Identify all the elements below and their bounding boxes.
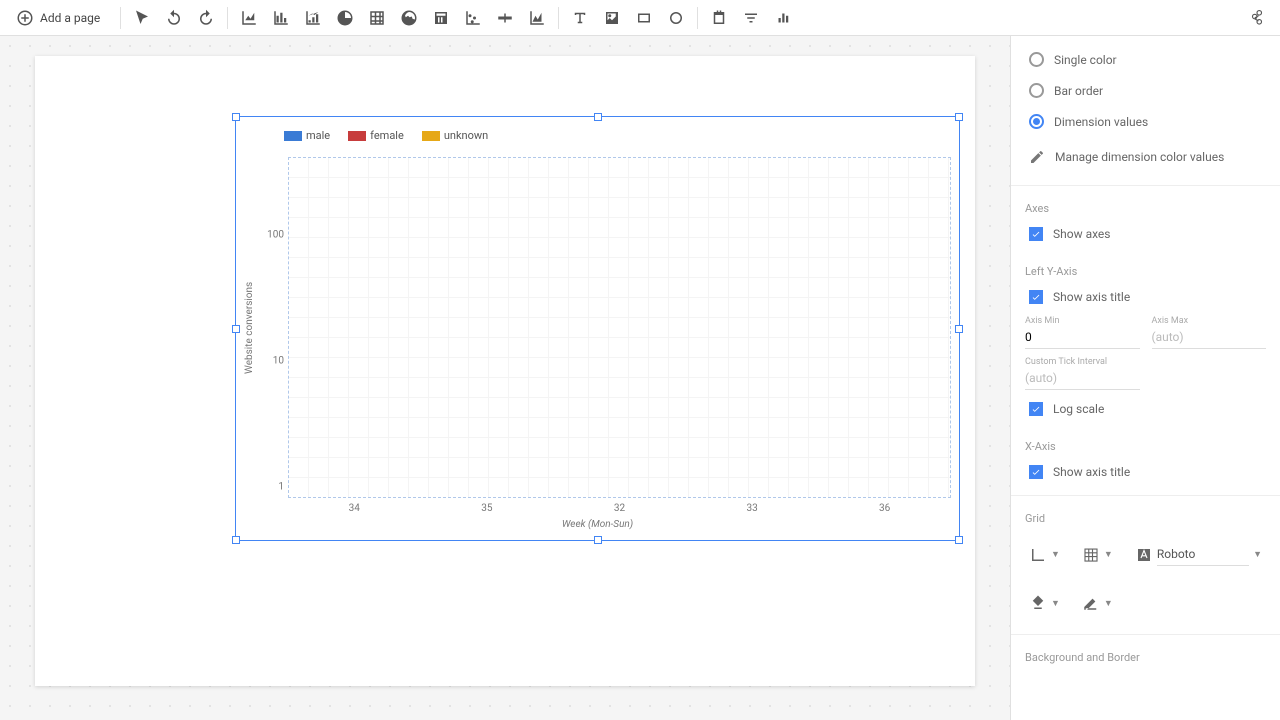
legend-item: male [284,129,330,142]
resize-handle[interactable] [232,536,240,544]
checkbox-show-x-title[interactable]: Show axis title [1025,457,1266,487]
area-chart-icon[interactable] [522,3,552,33]
redo-button[interactable] [191,3,221,33]
add-page-label: Add a page [40,11,100,25]
radio-single-color[interactable]: Single color [1025,44,1266,75]
filter-icon[interactable] [736,3,766,33]
line-chart-icon[interactable] [234,3,264,33]
text-tool-icon[interactable] [565,3,595,33]
selected-chart[interactable]: male female unknown Website conversions … [235,116,960,541]
image-tool-icon[interactable] [597,3,627,33]
resize-handle[interactable] [232,113,240,121]
legend-item: unknown [422,129,488,142]
add-page-button[interactable]: Add a page [8,5,108,31]
cursor-tool[interactable] [127,3,157,33]
section-grid: Grid [1025,512,1266,525]
plot-area [288,157,951,498]
bar-chart-icon[interactable] [266,3,296,33]
axis-max-field[interactable]: Axis Max [1152,316,1267,349]
section-left-y: Left Y-Axis [1025,265,1266,278]
date-range-icon[interactable] [704,3,734,33]
scorecard-icon[interactable] [426,3,456,33]
resize-handle[interactable] [955,325,963,333]
pencil-icon [1029,149,1045,165]
undo-button[interactable] [159,3,189,33]
axis-style-dropdown[interactable]: ▼ [1025,542,1064,568]
checkbox-log-scale[interactable]: Log scale [1025,394,1266,424]
y-axis-ticks: 1 10 100 [260,157,288,498]
scatter-chart-icon[interactable] [458,3,488,33]
geo-chart-icon[interactable] [394,3,424,33]
resize-handle[interactable] [594,536,602,544]
checkbox-show-axes[interactable]: Show axes [1025,219,1266,249]
checkbox-show-y-title[interactable]: Show axis title [1025,282,1266,312]
x-axis-title: Week (Mon-Sun) [244,519,951,530]
combo-chart-icon[interactable] [298,3,328,33]
bullet-chart-icon[interactable] [490,3,520,33]
x-axis-ticks: 3435323336 [288,503,951,514]
section-axes: Axes [1025,202,1266,215]
resize-handle[interactable] [594,113,602,121]
plus-circle-icon [16,9,34,27]
chart-legend: male female unknown [244,125,951,150]
legend-item: female [348,129,404,142]
report-page: male female unknown Website conversions … [35,56,975,686]
y-axis-title: Website conversions [244,157,260,498]
resize-handle[interactable] [955,536,963,544]
section-background: Background and Border [1025,651,1266,664]
grid-style-dropdown[interactable]: ▼ [1078,542,1117,568]
axis-min-field[interactable]: Axis Min [1025,316,1140,349]
style-panel: Single color Bar order Dimension values … [1010,36,1280,720]
resize-handle[interactable] [955,113,963,121]
radio-bar-order[interactable]: Bar order [1025,75,1266,106]
tick-interval-field[interactable]: Custom Tick Interval [1025,357,1140,390]
top-toolbar: Add a page [0,0,1280,36]
report-canvas[interactable]: male female unknown Website conversions … [0,36,1010,720]
chart-body: male female unknown Website conversions … [244,125,951,532]
border-color-dropdown[interactable]: ▼ [1078,590,1117,616]
manage-colors-button[interactable]: Manage dimension color values [1025,137,1266,177]
font-family-dropdown[interactable]: Roboto▼ [1131,539,1266,570]
section-x-axis: X-Axis [1025,440,1266,453]
fill-color-dropdown[interactable]: ▼ [1025,590,1064,616]
resize-handle[interactable] [232,325,240,333]
share-button[interactable] [1242,3,1272,33]
table-icon[interactable] [362,3,392,33]
rect-tool-icon[interactable] [629,3,659,33]
data-control-icon[interactable] [768,3,798,33]
circle-tool-icon[interactable] [661,3,691,33]
radio-dimension-values[interactable]: Dimension values [1025,106,1266,137]
pie-chart-icon[interactable] [330,3,360,33]
